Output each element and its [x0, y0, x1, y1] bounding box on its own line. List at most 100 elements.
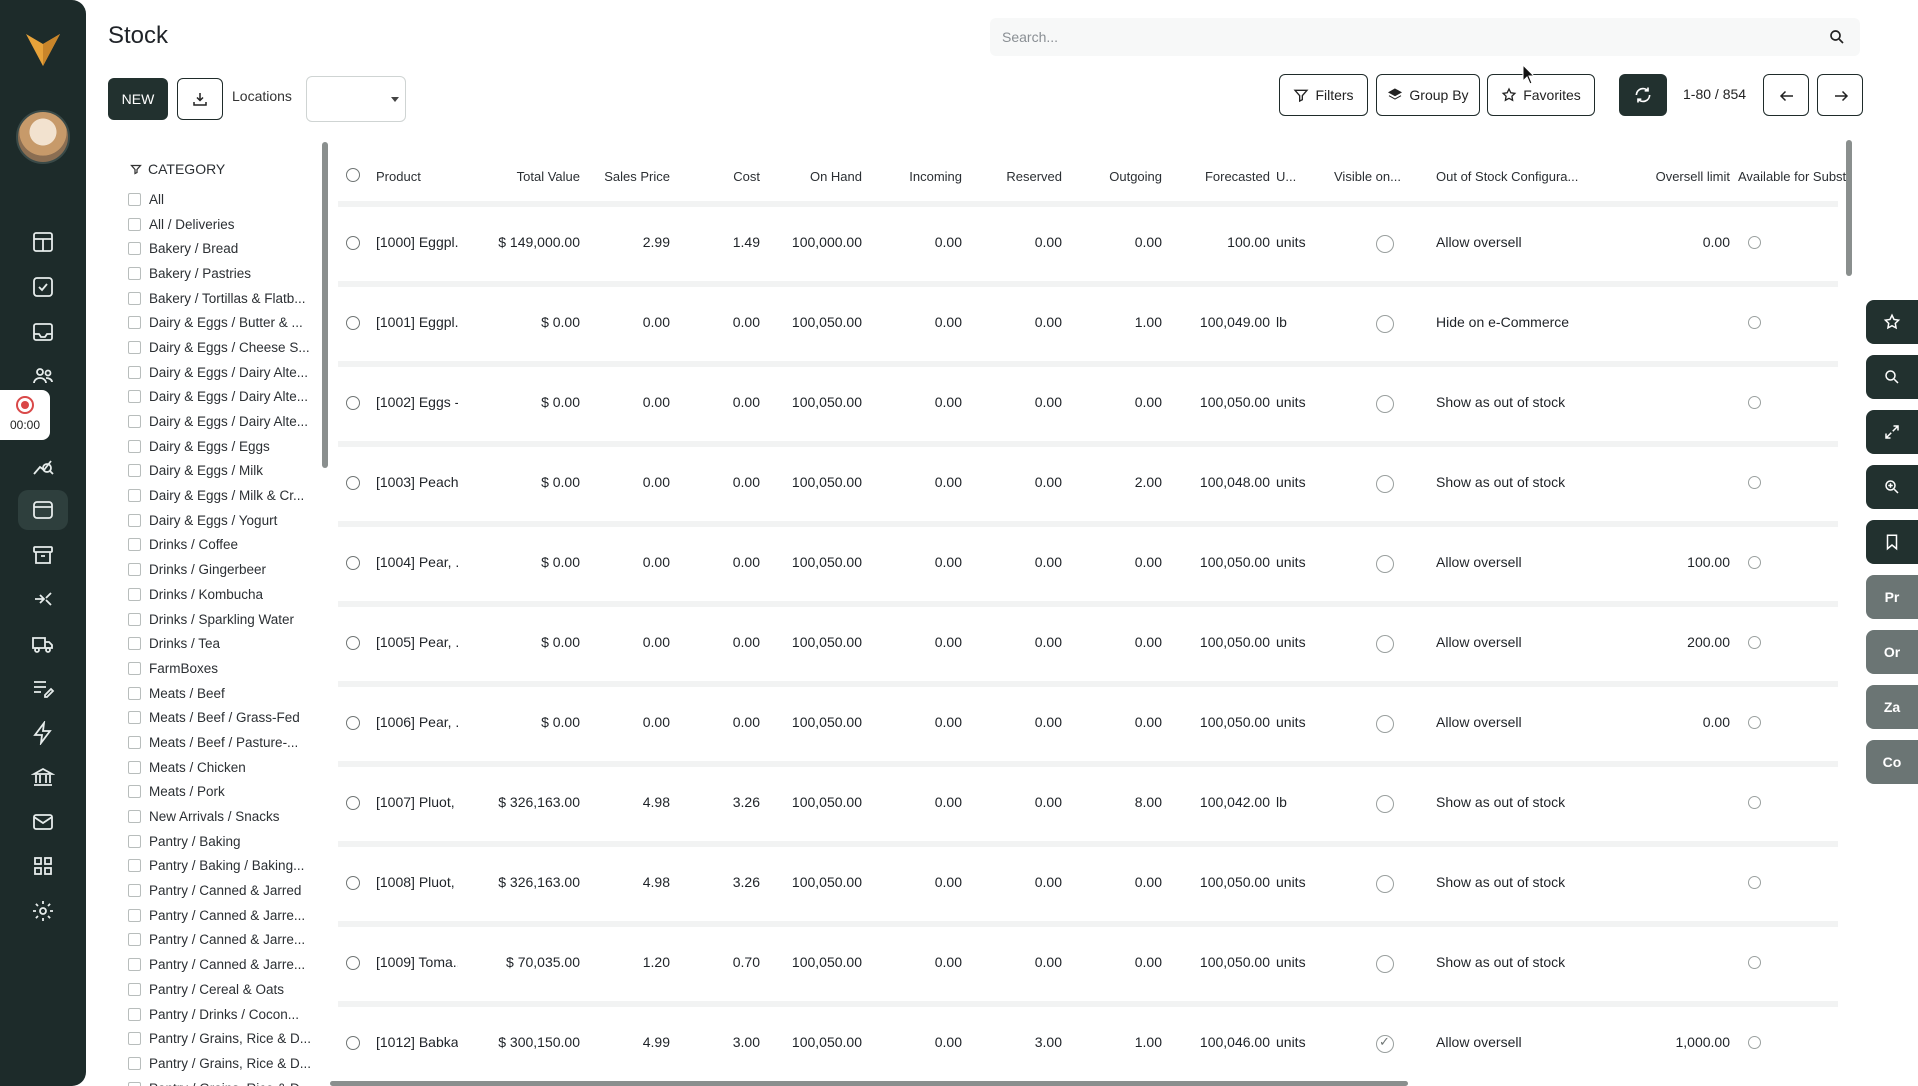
group-by-button[interactable]: Group By [1376, 74, 1480, 116]
category-checkbox[interactable] [128, 563, 141, 577]
category-item[interactable]: Pantry / Baking / Baking... [128, 854, 318, 879]
available-subst-toggle[interactable] [1748, 636, 1761, 649]
table-row[interactable]: [1001] Eggpl... $ 0.00 0.00 0.00 100,050.00 0… [330, 284, 1848, 364]
archive-icon[interactable] [31, 543, 55, 567]
header-reserved[interactable]: Reserved [970, 169, 1062, 184]
apps-grid-icon[interactable] [31, 854, 55, 878]
category-item[interactable]: Pantry / Canned & Jarre... [128, 903, 318, 928]
refresh-button[interactable] [1619, 74, 1667, 116]
locations-select[interactable] [306, 76, 406, 122]
header-sales-price[interactable]: Sales Price [590, 169, 670, 184]
category-checkbox[interactable] [128, 242, 141, 256]
category-item[interactable]: Meats / Beef / Grass-Fed [128, 705, 318, 730]
search-input[interactable] [990, 18, 1790, 56]
row-select-radio[interactable] [346, 236, 360, 250]
available-subst-toggle[interactable] [1748, 236, 1761, 249]
header-visible[interactable]: Visible on... [1334, 169, 1401, 184]
available-subst-toggle[interactable] [1748, 556, 1761, 569]
category-item[interactable]: Dairy & Eggs / Milk & Cr... [128, 483, 318, 508]
category-checkbox[interactable] [128, 587, 141, 601]
category-checkbox[interactable] [128, 958, 141, 972]
row-select-radio[interactable] [346, 556, 360, 570]
row-select-radio[interactable] [346, 636, 360, 650]
table-row[interactable]: [1005] Pear, ... $ 0.00 0.00 0.00 100,050.00… [330, 604, 1848, 684]
header-total-value[interactable]: Total Value [480, 169, 580, 184]
category-checkbox[interactable] [128, 982, 141, 996]
visible-toggle[interactable] [1376, 875, 1394, 893]
category-item[interactable]: Drinks / Tea [128, 631, 318, 656]
transfer-icon[interactable] [31, 587, 55, 611]
header-incoming[interactable]: Incoming [870, 169, 962, 184]
settings-gear-icon[interactable] [31, 899, 55, 923]
category-item[interactable]: Bakery / Bread [128, 236, 318, 261]
category-item[interactable]: Bakery / Tortillas & Flatb... [128, 286, 318, 311]
category-item[interactable]: Pantry / Canned & Jarred [128, 878, 318, 903]
visible-toggle[interactable] [1376, 395, 1394, 413]
lightning-icon[interactable] [31, 719, 55, 747]
available-subst-toggle[interactable] [1748, 716, 1761, 729]
row-select-radio[interactable] [346, 716, 360, 730]
available-subst-toggle[interactable] [1748, 796, 1761, 809]
category-checkbox[interactable] [128, 316, 141, 330]
category-item[interactable]: Bakery / Pastries [128, 261, 318, 286]
dock-tab-pr[interactable]: Pr [1866, 575, 1918, 619]
category-checkbox[interactable] [128, 834, 141, 848]
category-checkbox[interactable] [128, 810, 141, 824]
dock-search-button[interactable] [1866, 355, 1918, 399]
visible-toggle[interactable] [1376, 235, 1394, 253]
previous-page-button[interactable] [1763, 74, 1809, 116]
table-row[interactable]: [1012] Babka... $ 300,150.00 4.99 3.00 100,0… [330, 1004, 1848, 1084]
category-checkbox[interactable] [128, 711, 141, 725]
new-button[interactable]: NEW [108, 78, 168, 120]
category-item[interactable]: Pantry / Baking [128, 829, 318, 854]
category-checkbox[interactable] [128, 933, 141, 947]
select-all-radio[interactable] [346, 168, 360, 182]
category-item[interactable]: Drinks / Sparkling Water [128, 607, 318, 632]
visible-toggle[interactable] [1376, 715, 1394, 733]
table-row[interactable]: [1007] Pluot, ... $ 326,163.00 4.98 3.26 100… [330, 764, 1848, 844]
category-item[interactable]: Meats / Chicken [128, 755, 318, 780]
category-item[interactable]: Pantry / Canned & Jarre... [128, 928, 318, 953]
category-checkbox[interactable] [128, 365, 141, 379]
category-checkbox[interactable] [128, 785, 141, 799]
filters-button[interactable]: Filters [1279, 74, 1368, 116]
dock-zoom-button[interactable] [1866, 465, 1918, 509]
category-checkbox[interactable] [128, 538, 141, 552]
category-item[interactable]: Dairy & Eggs / Eggs [128, 434, 318, 459]
visible-toggle[interactable] [1376, 555, 1394, 573]
header-product[interactable]: Product [376, 169, 421, 184]
available-subst-toggle[interactable] [1748, 316, 1761, 329]
header-uom[interactable]: U... [1276, 169, 1296, 184]
category-checkbox[interactable] [128, 439, 141, 453]
visible-toggle[interactable] [1376, 635, 1394, 653]
table-row[interactable]: [1000] Eggpl... $ 149,000.00 2.99 1.49 100,0… [330, 204, 1848, 284]
category-checkbox[interactable] [128, 266, 141, 280]
table-row[interactable]: [1006] Pear, ... $ 0.00 0.00 0.00 100,050.00… [330, 684, 1848, 764]
header-forecasted[interactable]: Forecasted [1170, 169, 1270, 184]
row-select-radio[interactable] [346, 1036, 360, 1050]
category-checkbox[interactable] [128, 390, 141, 404]
category-item[interactable]: Meats / Beef / Pasture-... [128, 730, 318, 755]
category-item[interactable]: New Arrivals / Snacks [128, 804, 318, 829]
tasks-icon[interactable] [31, 275, 55, 299]
category-item[interactable]: Pantry / Canned & Jarre... [128, 952, 318, 977]
category-item[interactable]: Drinks / Coffee [128, 533, 318, 558]
category-checkbox[interactable] [128, 192, 141, 206]
header-on-hand[interactable]: On Hand [770, 169, 862, 184]
category-checkbox[interactable] [128, 859, 141, 873]
row-select-radio[interactable] [346, 796, 360, 810]
category-checkbox[interactable] [128, 735, 141, 749]
header-available-subst[interactable]: Available for Subst [1738, 169, 1848, 184]
category-checkbox[interactable] [128, 513, 141, 527]
truck-icon[interactable] [31, 632, 55, 656]
app-logo[interactable] [22, 28, 64, 70]
table-row[interactable]: [1004] Pear, ... $ 0.00 0.00 0.00 100,050.00… [330, 524, 1848, 604]
table-row[interactable]: [1008] Pluot, ... $ 326,163.00 4.98 3.26 100… [330, 844, 1848, 924]
available-subst-toggle[interactable] [1748, 1036, 1761, 1049]
category-item[interactable]: Pantry / Grains, Rice & D... [128, 1026, 318, 1051]
download-button[interactable] [177, 78, 223, 120]
table-row[interactable]: [1002] Eggs -... $ 0.00 0.00 0.00 100,050.00… [330, 364, 1848, 444]
category-checkbox[interactable] [128, 661, 141, 675]
bank-icon[interactable] [30, 765, 56, 789]
category-checkbox[interactable] [128, 686, 141, 700]
